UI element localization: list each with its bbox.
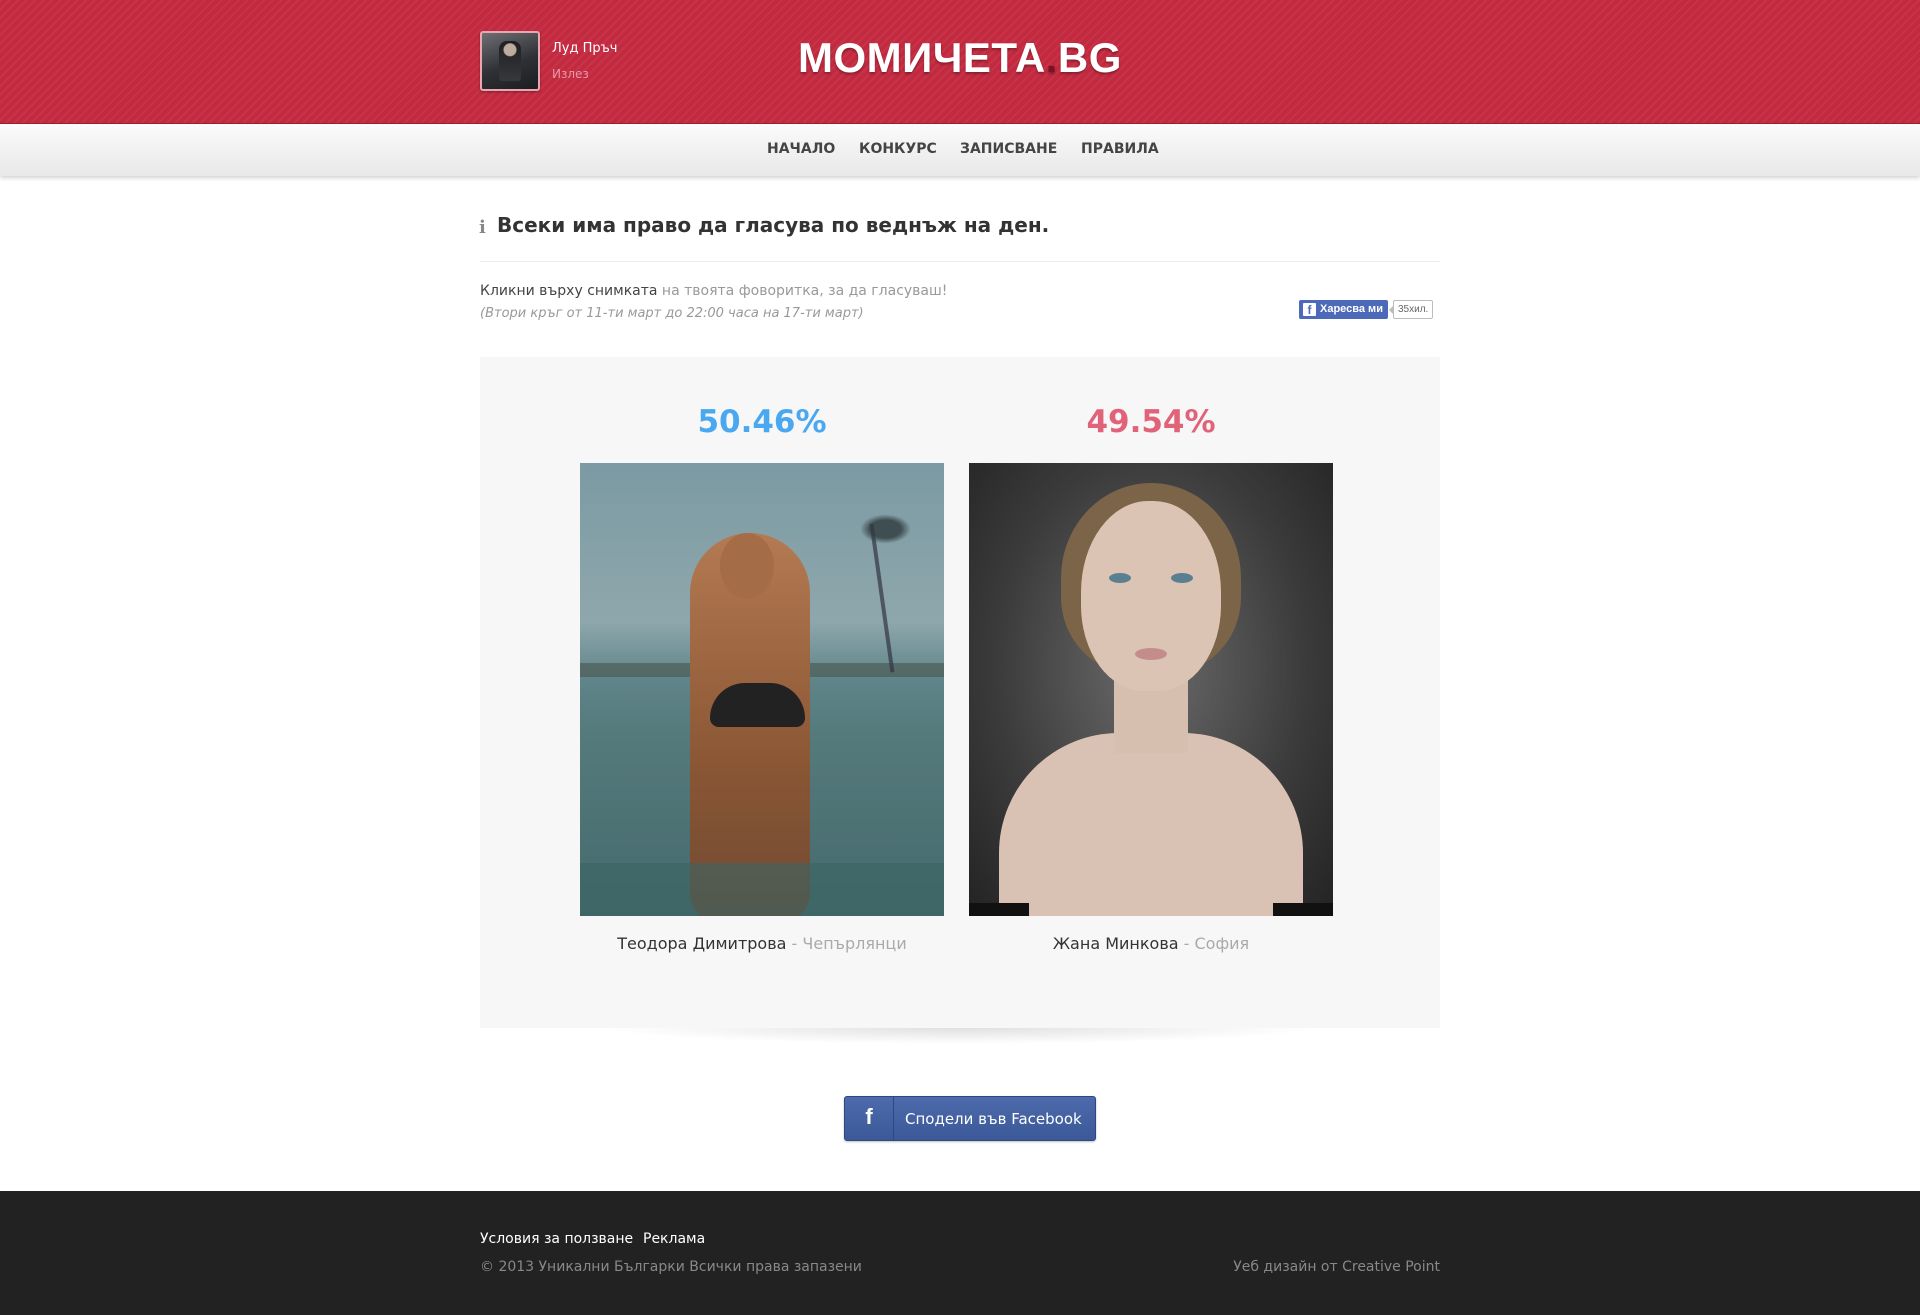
figure-lips xyxy=(1135,648,1167,660)
voting-notice: Всеки има право да гласува по веднъж на … xyxy=(497,213,1050,237)
instructions-strong: Кликни върху снимката xyxy=(480,283,658,299)
info-icon: i xyxy=(479,217,486,238)
user-avatar[interactable] xyxy=(480,31,540,91)
figure-eye-left xyxy=(1109,573,1131,583)
site-footer xyxy=(0,1191,1920,1315)
logo-tld: BG xyxy=(1057,34,1122,81)
facebook-icon: f xyxy=(1303,303,1316,317)
palm-trunk xyxy=(869,523,895,673)
contestant-caption-right: Жана Минкова - София xyxy=(969,934,1333,953)
contestant-name: Жана Минкова xyxy=(1052,934,1179,953)
site-logo[interactable]: МОМИЧЕТА.BG xyxy=(798,34,1122,82)
like-count: 35хил. xyxy=(1388,300,1434,319)
contestant-caption-left: Теодора Димитрова - Чепърлянци xyxy=(580,934,944,953)
figure-shoulders xyxy=(999,733,1303,916)
share-label: Сподели във Facebook xyxy=(905,1110,1082,1128)
nav-item-contest[interactable]: КОНКУРС xyxy=(859,141,937,157)
site-header: Луд Пръч Излез МОМИЧЕТА.BG xyxy=(0,0,1920,124)
figure-face xyxy=(1081,501,1221,691)
contestant-photo-left[interactable] xyxy=(580,463,944,916)
facebook-icon: f xyxy=(845,1097,894,1140)
figure-eye-right xyxy=(1171,573,1193,583)
vote-percent-right: 49.54% xyxy=(1086,404,1216,440)
contestant-name: Теодора Димитрова xyxy=(617,934,787,953)
divider xyxy=(480,261,1440,262)
share-facebook-button[interactable]: f Сподели във Facebook xyxy=(844,1096,1096,1141)
user-name[interactable]: Луд Пръч xyxy=(552,41,617,56)
nav-item-signup[interactable]: ЗАПИСВАНЕ xyxy=(960,141,1057,157)
footer-link-terms[interactable]: Условия за ползване xyxy=(480,1231,633,1247)
nav-item-rules[interactable]: ПРАВИЛА xyxy=(1081,141,1159,157)
glove-left xyxy=(969,903,1029,916)
vote-percent-left: 50.46% xyxy=(697,404,827,440)
logo-main: МОМИЧЕТА xyxy=(798,34,1046,81)
contestant-city: - София xyxy=(1178,934,1250,953)
nav-item-home[interactable]: НАЧАЛО xyxy=(767,141,835,157)
panel-shadow xyxy=(600,1028,1320,1044)
round-dates: (Втори кръг от 11-ти март до 22:00 часа … xyxy=(480,306,864,321)
like-label: Харесва ми xyxy=(1320,303,1383,315)
main-nav: НАЧАЛО КОНКУРС ЗАПИСВАНЕ ПРАВИЛА xyxy=(0,124,1920,176)
logout-link[interactable]: Излез xyxy=(552,67,589,81)
figure-swimsuit xyxy=(710,683,805,727)
figure-head xyxy=(720,533,774,599)
instructions-rest: на твоята фоворитка, за да гласуваш! xyxy=(657,283,948,299)
footer-link-ads[interactable]: Реклама xyxy=(643,1231,705,1247)
logo-dot: . xyxy=(1045,34,1058,81)
voting-instructions: Кликни върху снимката на твоята фоворитк… xyxy=(480,283,947,299)
design-credit: Уеб дизайн от Creative Point xyxy=(1233,1259,1440,1275)
glove-right xyxy=(1273,903,1333,916)
photo-water xyxy=(580,863,944,916)
palm-crown xyxy=(858,513,913,545)
contestant-photo-right[interactable] xyxy=(969,463,1333,916)
contestant-city: - Чепърлянци xyxy=(786,934,907,953)
avatar-figure xyxy=(499,41,521,81)
facebook-like-button[interactable]: f Харесва ми xyxy=(1299,300,1388,319)
copyright: © 2013 Уникални Българки Всички права за… xyxy=(480,1259,862,1275)
